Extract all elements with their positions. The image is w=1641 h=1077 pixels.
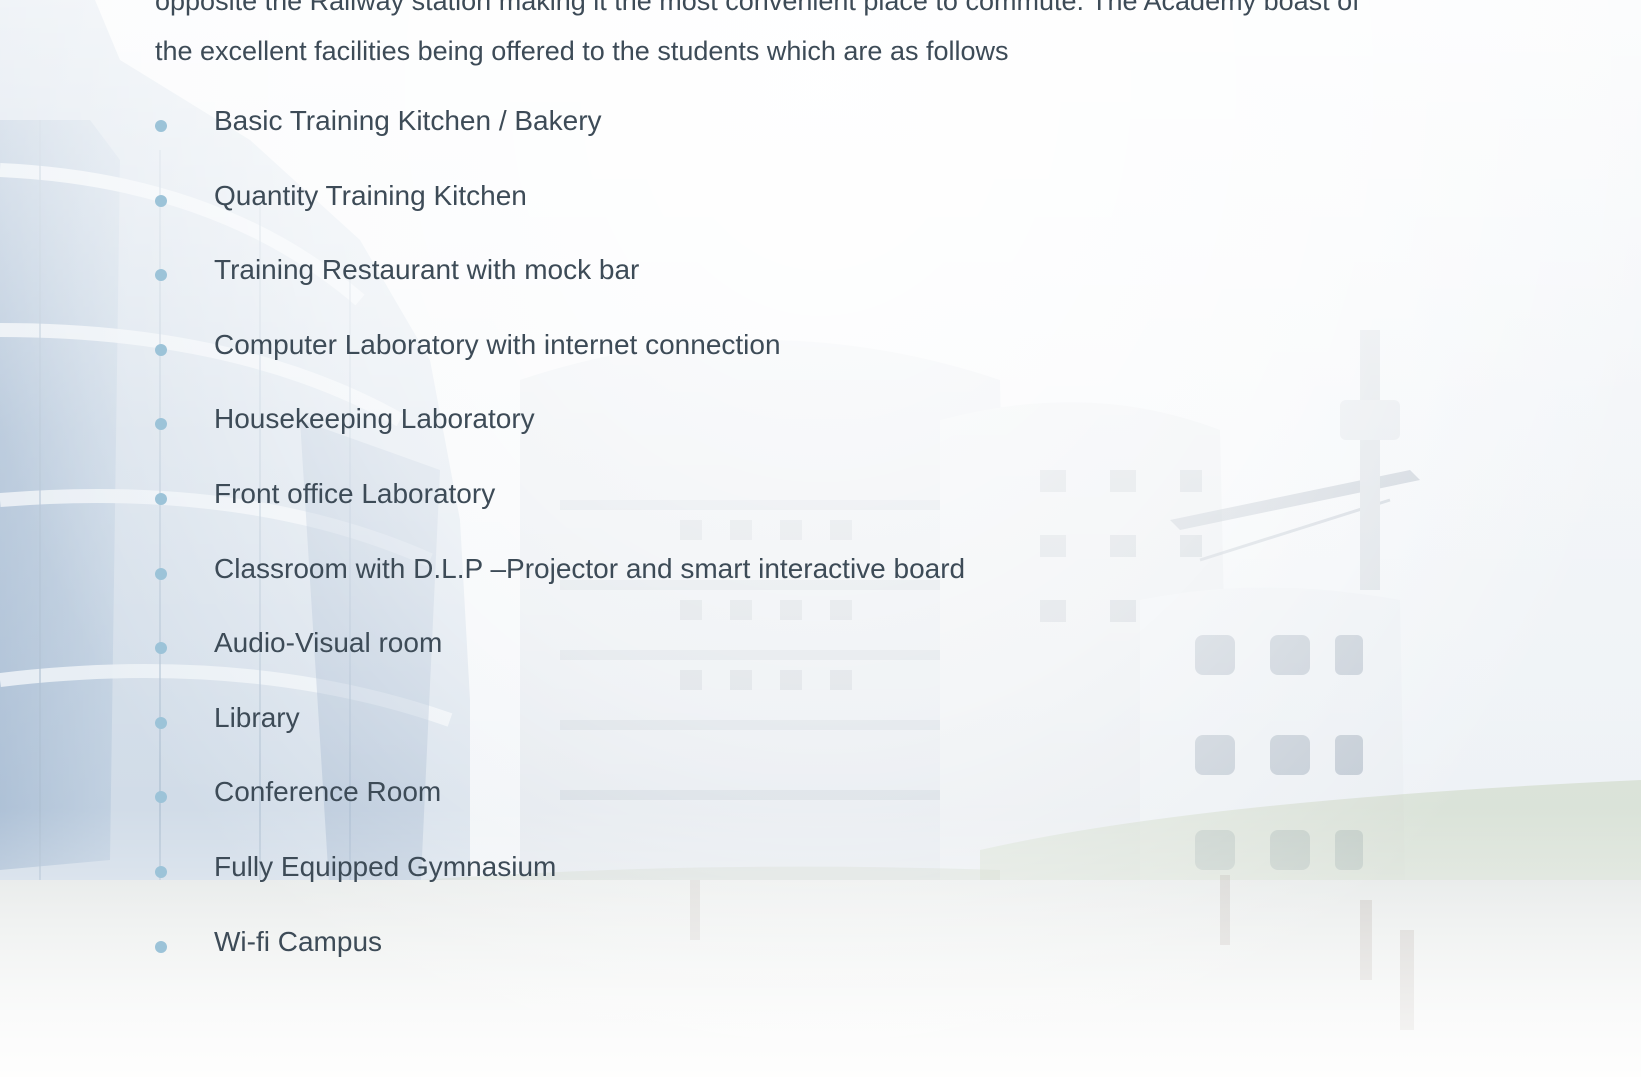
bullet-icon — [155, 716, 167, 729]
bullet-icon — [155, 343, 167, 356]
facilities-list: Basic Training Kitchen / Bakery Quantity… — [155, 98, 965, 993]
facility-label: Basic Training Kitchen / Bakery — [214, 105, 602, 136]
intro-paragraph: opposite the Railway station making it t… — [155, 0, 1555, 76]
brochure-page: opposite the Railway station making it t… — [0, 0, 1641, 1077]
intro-line: the excellent facilities being offered t… — [155, 36, 1009, 66]
bullet-icon — [155, 791, 167, 804]
list-item: Conference Room — [155, 769, 965, 844]
facility-label: Conference Room — [214, 776, 442, 808]
list-item: Front office Laboratory — [155, 471, 965, 546]
facility-label: Quantity Training Kitchen — [214, 179, 527, 211]
bullet-icon — [155, 567, 167, 580]
list-item: Library — [155, 695, 965, 770]
facility-label: Front office Laboratory — [214, 477, 496, 509]
list-item: Training Restaurant with mock bar — [155, 247, 965, 322]
list-item: Fully Equipped Gymnasium — [155, 844, 965, 919]
list-item: Quantity Training Kitchen — [155, 173, 965, 248]
list-item: Classroom with D.L.P –Projector and smar… — [155, 546, 965, 621]
bullet-icon — [155, 865, 167, 878]
facility-label: Wi-fi Campus — [214, 925, 383, 957]
list-item: Audio-Visual room — [155, 620, 965, 695]
bullet-icon — [155, 194, 167, 207]
facility-label: Fully Equipped Gymnasium — [214, 850, 557, 882]
bullet-icon — [155, 120, 167, 132]
facility-label: Computer Laboratory with internet connec… — [214, 328, 781, 360]
facility-label: Classroom with D.L.P –Projector and smar… — [214, 552, 966, 584]
bullet-icon — [155, 492, 167, 505]
bullet-icon — [155, 269, 167, 282]
facility-label: Housekeeping Laboratory — [214, 403, 535, 435]
list-item: Computer Laboratory with internet connec… — [155, 322, 965, 397]
facility-label: Audio-Visual room — [214, 627, 443, 659]
bullet-icon — [155, 418, 167, 431]
list-item: Wi-fi Campus — [155, 919, 965, 994]
list-item: Housekeeping Laboratory — [155, 396, 965, 471]
facility-label: Training Restaurant with mock bar — [214, 254, 640, 286]
facility-label: Library — [214, 701, 300, 733]
intro-line: opposite the Railway station making it t… — [155, 0, 1360, 16]
bullet-icon — [155, 940, 167, 953]
list-item: Basic Training Kitchen / Bakery — [155, 98, 965, 173]
bullet-icon — [155, 642, 167, 655]
